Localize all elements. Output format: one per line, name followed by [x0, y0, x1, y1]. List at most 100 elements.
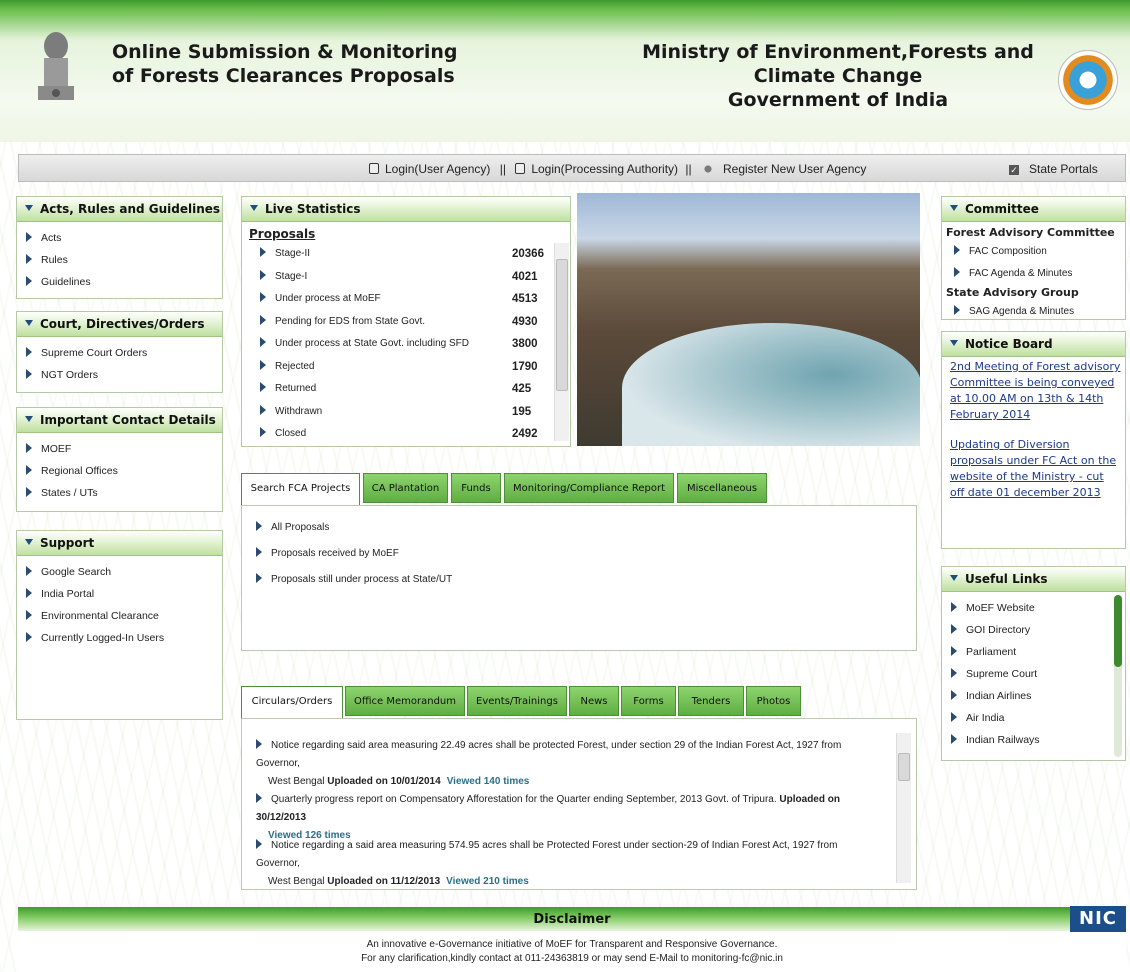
list-item-google-search[interactable]: Google Search: [26, 562, 222, 584]
login-processing-authority-link[interactable]: Login(Processing Authority): [531, 162, 678, 176]
arrow-right-icon: [954, 305, 960, 315]
list-item-ngt-orders[interactable]: NGT Orders: [26, 365, 222, 387]
list-item-regional-offices[interactable]: Regional Offices: [26, 461, 222, 483]
footer: Disclaimer An innovative e-Governance in…: [18, 907, 1126, 972]
stat-row[interactable]: Closed 2492: [242, 423, 570, 446]
acts-rules-panel: Acts, Rules and Guidelines Acts Rules Gu…: [16, 196, 223, 299]
support-header[interactable]: Support: [17, 531, 222, 556]
tab-search-fca-projects[interactable]: Search FCA Projects: [241, 473, 360, 505]
tab-forms[interactable]: Forms: [621, 686, 676, 716]
stat-row[interactable]: Stage-I 4021: [242, 266, 570, 289]
arrow-right-icon: [260, 292, 266, 302]
tab-tenders[interactable]: Tenders: [678, 686, 744, 716]
scrollbar-thumb[interactable]: [898, 753, 910, 781]
tab-events-trainings[interactable]: Events/Trainings: [467, 686, 567, 716]
stat-label: Stage-I: [275, 270, 308, 282]
list-item-all-proposals[interactable]: All Proposals: [256, 516, 916, 542]
list-item-moef[interactable]: MOEF: [26, 439, 222, 461]
view-count: Viewed 140 times: [446, 776, 530, 787]
tab-monitoring-report[interactable]: Monitoring/Compliance Report: [504, 473, 674, 503]
list-item-indian-airlines[interactable]: Indian Airlines: [951, 686, 1125, 708]
circular-entry[interactable]: Notice regarding a said area measuring 5…: [256, 837, 876, 891]
statistics-scrollbar[interactable]: [554, 243, 569, 441]
list-item-supreme-court-orders[interactable]: Supreme Court Orders: [26, 343, 222, 365]
list-item-rules[interactable]: Rules: [26, 250, 222, 272]
contacts-header[interactable]: Important Contact Details: [17, 408, 222, 433]
list-item-logged-in-users[interactable]: Currently Logged-In Users: [26, 628, 222, 650]
acts-rules-list: Acts Rules Guidelines: [17, 222, 222, 294]
list-item-india-portal[interactable]: India Portal: [26, 584, 222, 606]
tab-miscellaneous[interactable]: Miscellaneous: [677, 473, 767, 503]
national-emblem-icon: [38, 32, 74, 100]
stat-row[interactable]: Rejected 1790: [242, 356, 570, 379]
list-item-guidelines[interactable]: Guidelines: [26, 272, 222, 294]
list-item-sag-agenda[interactable]: SAG Agenda & Minutes: [954, 302, 1125, 324]
stat-row[interactable]: Stage-II 20366: [242, 243, 570, 266]
list-item-fac-composition[interactable]: FAC Composition: [954, 242, 1125, 264]
list-item-parliament[interactable]: Parliament: [951, 642, 1125, 664]
tab-ca-plantation[interactable]: CA Plantation: [363, 473, 448, 503]
circulars-scrollbar[interactable]: [896, 733, 911, 883]
state-portals-link[interactable]: ✓ State Portals: [1009, 162, 1098, 176]
stat-value: 3800: [512, 338, 538, 350]
list-item-indian-railways[interactable]: Indian Railways: [951, 730, 1125, 752]
stat-row[interactable]: Pending for EDS from State Govt. 4930: [242, 311, 570, 334]
list-item-goi-directory[interactable]: GOI Directory: [951, 620, 1125, 642]
tab-news[interactable]: News: [569, 686, 619, 716]
court-header[interactable]: Court, Directives/Orders: [17, 312, 222, 337]
arrow-right-icon: [260, 247, 266, 257]
list-item-moef-website[interactable]: MoEF Website: [951, 598, 1125, 620]
stat-row[interactable]: Under process at State Govt. including S…: [242, 333, 570, 356]
stat-row[interactable]: Under process at MoEF 4513: [242, 288, 570, 311]
stat-row[interactable]: Withdrawn 195: [242, 401, 570, 424]
notice-link[interactable]: Updating of Diversion proposals under FC…: [950, 437, 1121, 501]
acts-rules-header[interactable]: Acts, Rules and Guidelines: [17, 197, 222, 222]
useful-links-scrollbar[interactable]: [1114, 595, 1122, 757]
list-item-supreme-court[interactable]: Supreme Court: [951, 664, 1125, 686]
arrow-right-icon: [951, 690, 957, 700]
register-user-agency-link[interactable]: Register New User Agency: [723, 162, 866, 176]
acts-rules-title: Acts, Rules and Guidelines: [40, 202, 221, 216]
circular-text: Notice regarding a said area measuring 5…: [256, 840, 838, 869]
caret-down-icon: [25, 416, 33, 422]
list-item-under-process-state[interactable]: Proposals still under process at State/U…: [256, 568, 916, 594]
tab-funds[interactable]: Funds: [451, 473, 501, 503]
circular-entry[interactable]: Notice regarding said area measuring 22.…: [256, 737, 876, 791]
list-item-label: Indian Airlines: [966, 690, 1032, 702]
scrollbar-thumb[interactable]: [556, 259, 568, 391]
nic-logo: NIC: [1070, 906, 1126, 932]
notice-board-header[interactable]: Notice Board: [942, 332, 1125, 357]
stat-row[interactable]: Returned 425: [242, 378, 570, 401]
search-list: All Proposals Proposals received by MoEF…: [242, 506, 916, 594]
useful-links-header[interactable]: Useful Links: [942, 567, 1125, 592]
tab-office-memorandum[interactable]: Office Memorandum: [345, 686, 465, 716]
login-bar: Login(User Agency) || Login(Processing A…: [18, 154, 1126, 182]
arrow-right-icon: [26, 254, 32, 264]
list-item-label: Parliament: [966, 646, 1017, 658]
scrollbar-thumb[interactable]: [1114, 595, 1122, 667]
committee-header[interactable]: Committee: [942, 197, 1125, 222]
tab-circulars-orders[interactable]: Circulars/Orders: [241, 686, 343, 718]
arrow-right-icon: [951, 668, 957, 678]
arrow-right-icon: [256, 573, 262, 583]
notice-board-panel: Notice Board 2nd Meeting of Forest advis…: [941, 331, 1126, 549]
caret-down-icon: [25, 205, 33, 211]
list-item-air-india[interactable]: Air India: [951, 708, 1125, 730]
arrow-right-icon: [260, 427, 266, 437]
stat-label: Withdrawn: [275, 405, 323, 417]
list-item-environmental-clearance[interactable]: Environmental Clearance: [26, 606, 222, 628]
court-list: Supreme Court Orders NGT Orders: [17, 337, 222, 387]
notice-link[interactable]: 2nd Meeting of Forest advisory Committee…: [950, 359, 1121, 423]
contacts-panel: Important Contact Details MOEF Regional …: [16, 407, 223, 512]
login-user-agency-link[interactable]: Login(User Agency): [385, 162, 490, 176]
list-item-acts[interactable]: Acts: [26, 228, 222, 250]
tab-photos[interactable]: Photos: [746, 686, 801, 716]
separator: ||: [499, 162, 506, 176]
list-item-label: Currently Logged-In Users: [41, 632, 165, 644]
portal-title: Online Submission & Monitoring of Forest…: [112, 40, 458, 88]
arrow-right-icon: [951, 712, 957, 722]
list-item-label: Indian Railways: [966, 734, 1040, 746]
list-item-fac-agenda[interactable]: FAC Agenda & Minutes: [954, 264, 1125, 286]
list-item-states-uts[interactable]: States / UTs: [26, 483, 222, 505]
list-item-received-by-moef[interactable]: Proposals received by MoEF: [256, 542, 916, 568]
